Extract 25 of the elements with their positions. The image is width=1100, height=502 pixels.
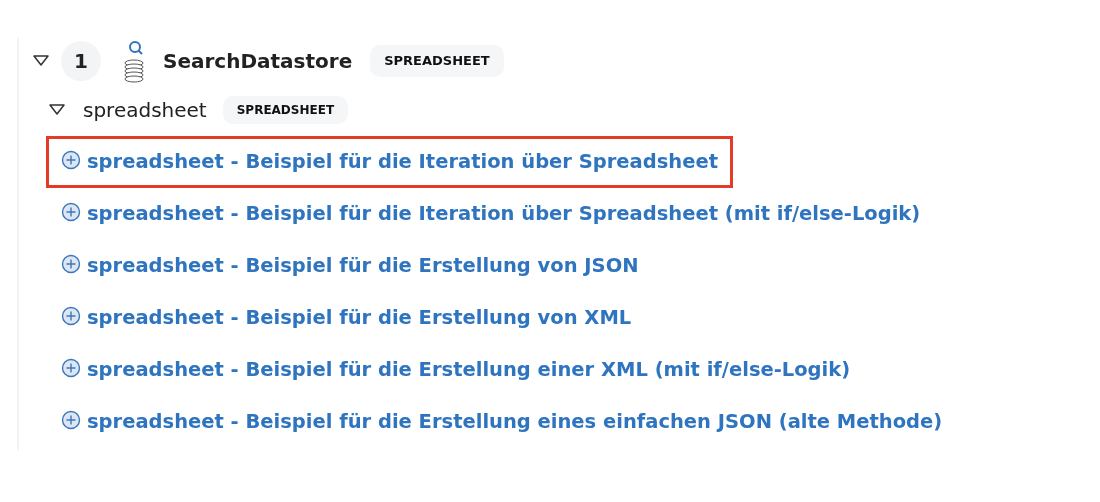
item-link[interactable]: spreadsheet - Beispiel für die Iteration über Spreadsheet (mit if/else-Logik) xyxy=(87,199,921,229)
item-link[interactable]: spreadsheet - Beispiel für die Erstellung von JSON xyxy=(87,251,639,281)
step-number: 1 xyxy=(61,41,101,81)
tree-item[interactable]: spreadsheet - Beispiel für die Iteration über Spreadsheet (mit if/else-Logik) xyxy=(46,188,936,240)
plus-icon[interactable] xyxy=(61,358,81,378)
tree-item[interactable]: spreadsheet - Beispiel für die Erstellung einer XML (mit if/else-Logik) xyxy=(46,344,866,396)
type-badge: SPREADSHEET xyxy=(222,96,349,124)
item-link[interactable]: spreadsheet - Beispiel für die Erstellung eines einfachen JSON (alte Methode) xyxy=(87,407,943,437)
plus-icon[interactable] xyxy=(61,254,81,274)
caret-icon[interactable] xyxy=(49,104,65,116)
group-title: spreadsheet xyxy=(83,97,207,124)
tree-item[interactable]: spreadsheet - Beispiel für die Erstellung von JSON xyxy=(46,240,654,292)
type-badge: SPREADSHEET xyxy=(370,45,504,77)
item-link[interactable]: spreadsheet - Beispiel für die Erstellung einer XML (mit if/else-Logik) xyxy=(87,355,851,385)
node-title: SearchDatastore xyxy=(163,48,353,75)
tree-item[interactable]: spreadsheet - Beispiel für die Iteration über Spreadsheet xyxy=(46,136,733,188)
tree-item[interactable]: spreadsheet - Beispiel für die Erstellung eines einfachen JSON (alte Methode) xyxy=(46,396,958,448)
item-link[interactable]: spreadsheet - Beispiel für die Iteration über Spreadsheet xyxy=(87,147,718,177)
item-link[interactable]: spreadsheet - Beispiel für die Erstellung von XML xyxy=(87,303,632,333)
plus-icon[interactable] xyxy=(61,306,81,326)
plus-icon[interactable] xyxy=(61,150,81,170)
tree-item[interactable]: spreadsheet - Beispiel für die Erstellung von XML xyxy=(46,292,647,344)
plus-icon[interactable] xyxy=(61,202,81,222)
caret-icon[interactable] xyxy=(33,55,49,67)
plus-icon[interactable] xyxy=(61,410,81,430)
